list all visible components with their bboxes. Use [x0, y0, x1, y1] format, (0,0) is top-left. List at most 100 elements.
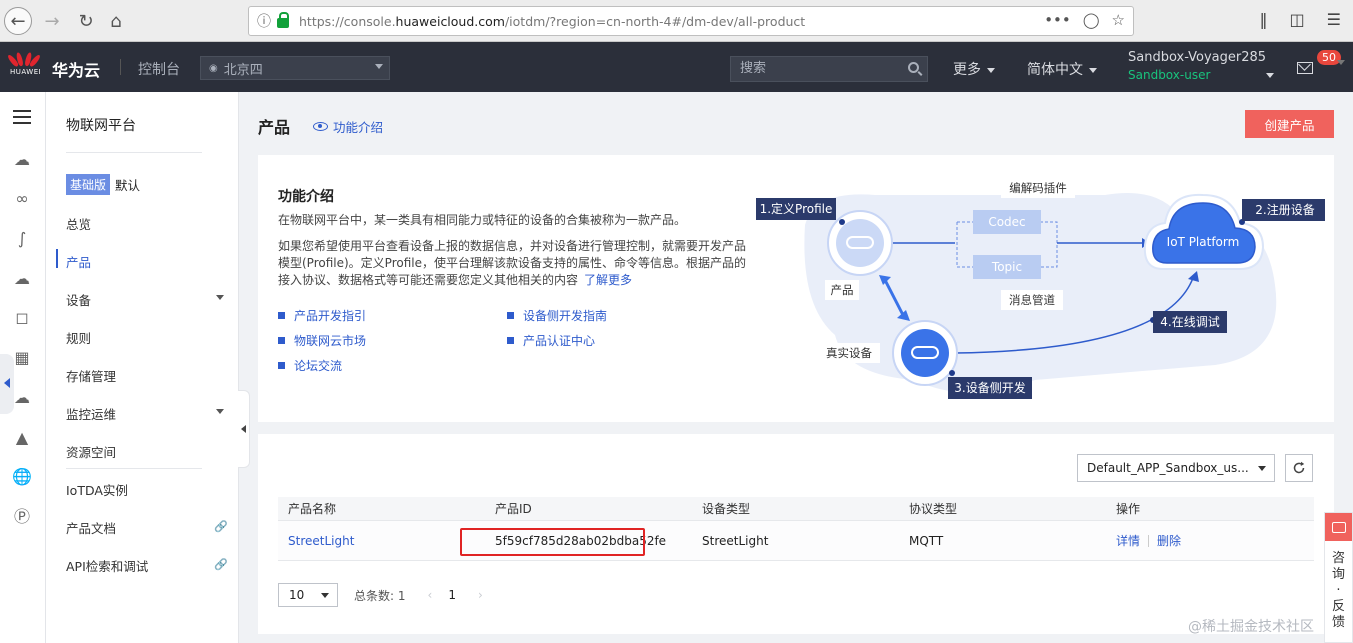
reload-icon[interactable]: ↻ — [72, 7, 100, 35]
user-menu[interactable]: Sandbox-Voyager285 Sandbox-user — [1128, 50, 1266, 82]
home-icon[interactable]: ⌂ — [102, 7, 130, 35]
product-list-card: Default_APP_Sandbox_us... 产品名称 产品ID 设备类型… — [258, 434, 1334, 634]
sidebar-item-api[interactable]: API检索和调试 — [66, 556, 148, 575]
sidebar-item-overview[interactable]: 总览 — [66, 214, 91, 233]
browser-toolbar: ← → ↻ ⌂ ⓘ https://console.huaweicloud.co… — [0, 0, 1353, 42]
document-icon[interactable]: ▦ — [12, 348, 32, 368]
chevron-down-icon — [1089, 67, 1097, 73]
bookmark-star-icon[interactable]: ☆ — [1112, 11, 1125, 29]
cluster-icon[interactable]: ∞ — [12, 189, 32, 209]
learn-more-link[interactable]: 了解更多 — [584, 273, 632, 287]
detail-link[interactable]: 详情 — [1116, 532, 1140, 549]
node-dot — [839, 219, 845, 225]
step3-label: 3.设备侧开发 — [954, 380, 1025, 395]
intro-title: 功能介绍 — [278, 189, 334, 205]
chevron-down-icon[interactable] — [1337, 60, 1345, 65]
codec-plugin-label: 编解码插件 — [1009, 181, 1067, 195]
region-select[interactable]: ◉ 北京四 — [200, 56, 390, 80]
chevron-down-icon — [1258, 466, 1266, 471]
next-page-icon[interactable]: › — [478, 588, 483, 602]
sidebar-item-monitoring[interactable]: 监控运维 — [66, 404, 116, 423]
watermark: @稀土掘金技术社区 — [1188, 619, 1314, 635]
sidebar-item-instances[interactable]: IoTDA实例 — [66, 480, 128, 499]
ip-icon[interactable]: Ⓟ — [12, 507, 32, 527]
search-input[interactable]: 搜索 — [730, 56, 928, 82]
page-number[interactable]: 1 — [448, 588, 456, 602]
console-link[interactable]: 控制台 — [138, 59, 180, 79]
storage-icon[interactable]: ◻ — [12, 308, 32, 328]
feedback-widget[interactable]: 咨询·反馈 — [1324, 512, 1353, 643]
topic-label: Topic — [991, 260, 1022, 274]
mail-icon[interactable] — [1297, 62, 1313, 74]
chevron-down-icon[interactable] — [216, 295, 224, 300]
product-name-link[interactable]: StreetLight — [288, 534, 354, 548]
sidebar-item-resource-space[interactable]: 资源空间 — [66, 442, 116, 461]
search-placeholder: 搜索 — [740, 61, 767, 76]
chevron-down-icon — [987, 67, 995, 73]
column-header: 设备类型 — [702, 502, 751, 516]
sidebar-item-products[interactable]: 产品 — [66, 252, 91, 271]
forum-link[interactable]: 论坛交流 — [278, 357, 507, 374]
hamburger-icon[interactable] — [13, 110, 31, 124]
brand-name[interactable]: 华为云 — [52, 57, 100, 81]
sidebar-item-storage[interactable]: 存储管理 — [66, 366, 116, 385]
sail-icon[interactable]: ▲ — [12, 428, 32, 448]
cloud-server-icon[interactable]: ☁ — [12, 150, 32, 170]
chevron-down-icon[interactable] — [216, 409, 224, 414]
location-pin-icon: ◉ — [209, 62, 218, 74]
product-certification-link[interactable]: 产品认证中心 — [507, 332, 736, 349]
info-icon[interactable]: ⓘ — [257, 11, 271, 31]
divider — [66, 468, 202, 469]
app-select-value: Default_APP_Sandbox_us... — [1087, 461, 1249, 475]
edition-default: 默认 — [115, 178, 141, 193]
product-table: 产品名称 产品ID 设备类型 协议类型 操作 StreetLight 5f59c… — [278, 497, 1314, 561]
intro-links: 产品开发指引 设备侧开发指南 物联网云市场 产品认证中心 论坛交流 — [278, 307, 738, 374]
address-bar[interactable]: ⓘ https://console.huaweicloud.com/iotdm/… — [248, 6, 1134, 36]
menu-icon[interactable]: ☰ — [1327, 10, 1341, 29]
column-header: 产品ID — [495, 502, 532, 516]
more-menu[interactable]: 更多 — [953, 59, 995, 79]
side-menu-collapse-handle[interactable] — [238, 390, 250, 468]
more-actions-icon[interactable]: ••• — [1044, 11, 1071, 29]
chevron-down-icon[interactable] — [1266, 73, 1274, 78]
edition-badge: 基础版 — [66, 174, 111, 195]
sidebar-item-docs[interactable]: 产品文档 — [66, 518, 116, 537]
delete-link[interactable]: 删除 — [1157, 532, 1181, 549]
language-menu[interactable]: 简体中文 — [1027, 59, 1097, 79]
huawei-logo[interactable]: HUAWEI — [6, 50, 42, 76]
cloud-database-icon[interactable]: ☁ — [12, 269, 32, 289]
step2-label: 2.注册设备 — [1255, 202, 1314, 217]
forward-icon[interactable]: → — [38, 7, 66, 35]
console-header: HUAWEI 华为云 控制台 ◉ 北京四 搜索 更多 简体中文 Sandbox-… — [0, 42, 1353, 92]
sidebar-item-devices[interactable]: 设备 — [66, 290, 91, 309]
back-icon[interactable]: ← — [4, 7, 32, 35]
app-select[interactable]: Default_APP_Sandbox_us... — [1077, 454, 1275, 482]
library-icon[interactable]: ‖ — [1260, 10, 1268, 29]
intro-paragraph-2: 如果您希望使用平台查看设备上报的数据信息，并对设备进行管理控制，就需要开发产品模… — [278, 239, 747, 287]
side-menu-title: 物联网平台 — [66, 118, 136, 134]
service-icon-rail: ☁ ∞ ∫ ☁ ◻ ▦ ☁ ▲ 🌐 Ⓟ — [0, 92, 46, 643]
cloud-sync-icon[interactable]: ☁ — [12, 388, 32, 408]
edition-selector[interactable]: 基础版 默认 — [66, 174, 140, 195]
device-dev-guide-link[interactable]: 设备侧开发指南 — [507, 307, 736, 324]
real-device-label: 真实设备 — [826, 346, 872, 360]
prev-page-icon[interactable]: ‹ — [428, 588, 433, 602]
page-size-select[interactable]: 10 — [278, 583, 338, 607]
product-label: 产品 — [831, 283, 854, 297]
sidebar-toggle-icon[interactable]: ◫ — [1290, 10, 1305, 29]
search-icon[interactable] — [908, 62, 919, 73]
sidebar-item-rules[interactable]: 规则 — [66, 328, 91, 347]
rail-expand-handle[interactable] — [0, 354, 14, 414]
product-dev-guide-link[interactable]: 产品开发指引 — [278, 307, 507, 324]
globe-icon[interactable]: 🌐 — [12, 467, 32, 487]
feature-intro-link[interactable]: 功能介绍 — [313, 117, 383, 136]
region-value: 北京四 — [223, 62, 263, 78]
iot-marketplace-link[interactable]: 物联网云市场 — [278, 332, 507, 349]
codec-label: Codec — [988, 215, 1025, 229]
refresh-button[interactable] — [1285, 454, 1313, 482]
protocol-cell: MQTT — [909, 533, 944, 548]
create-product-button[interactable]: 创建产品 — [1245, 110, 1334, 138]
pocket-icon[interactable]: ◯ — [1083, 11, 1100, 29]
monitor-icon[interactable]: ∫ — [12, 229, 32, 249]
divider — [66, 152, 202, 153]
